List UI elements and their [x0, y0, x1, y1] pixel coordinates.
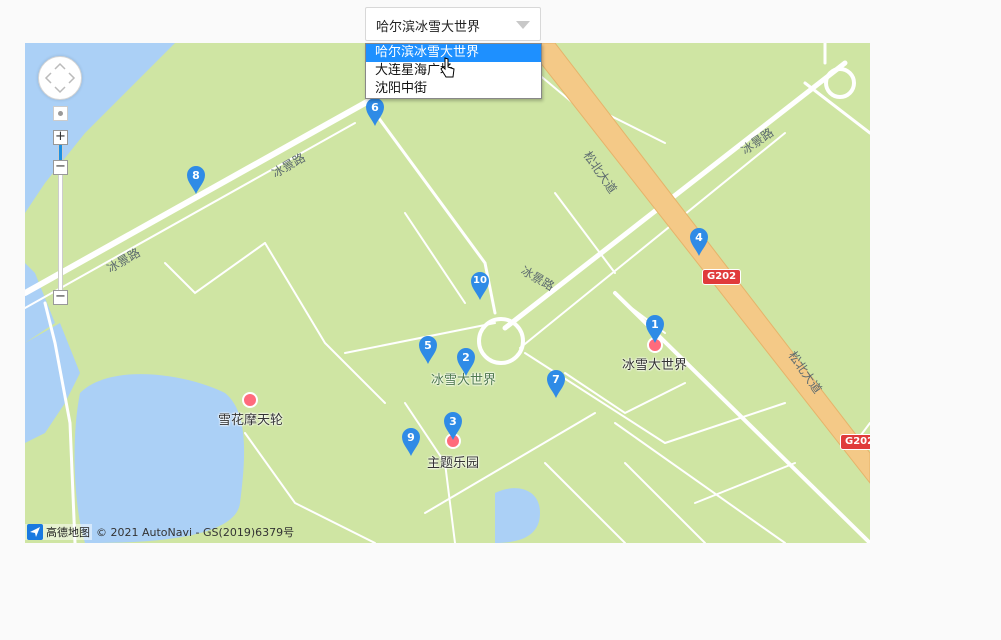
- marker-number: 4: [695, 231, 703, 244]
- marker-number: 3: [449, 415, 457, 428]
- chevron-down-icon: [516, 21, 530, 29]
- map-canvas[interactable]: 冰景路 冰景路 冰景路 冰景路 松北大道 松北大道 G202 G202 冰雪大世…: [25, 43, 870, 543]
- map-copyright: 高德地图 © 2021 AutoNavi - GS(2019)6379号: [25, 521, 294, 543]
- marker-number: 5: [424, 339, 432, 352]
- pan-control[interactable]: [38, 56, 82, 100]
- map-marker[interactable]: 2: [455, 347, 477, 377]
- marker-number: 8: [192, 169, 200, 182]
- map-marker[interactable]: 9: [400, 427, 422, 457]
- map-marker[interactable]: 4: [688, 227, 710, 257]
- map-marker[interactable]: 10: [469, 271, 491, 301]
- map-marker[interactable]: 7: [545, 369, 567, 399]
- poi-label[interactable]: 主题乐园: [427, 452, 479, 471]
- zoom-out-button[interactable]: −: [53, 290, 68, 305]
- marker-number: 7: [552, 373, 560, 386]
- map-marker[interactable]: 3: [442, 411, 464, 441]
- marker-number: 2: [462, 351, 470, 364]
- map-marker[interactable]: 1: [644, 314, 666, 344]
- map-marker[interactable]: 5: [417, 335, 439, 365]
- hand-cursor-icon: [440, 57, 455, 78]
- map-marker[interactable]: 6: [364, 97, 386, 127]
- amap-logo-text: 高德地图: [46, 526, 90, 539]
- copyright-text: © 2021 AutoNavi - GS(2019)6379号: [96, 526, 295, 539]
- pan-arrows-icon: [44, 62, 76, 94]
- marker-number: 1: [651, 318, 659, 331]
- marker-number: 6: [371, 101, 379, 114]
- ferris-wheel-icon[interactable]: [242, 392, 258, 408]
- marker-number: 9: [407, 431, 415, 444]
- road-label: 冰景路: [104, 245, 143, 276]
- road-label: 冰景路: [519, 263, 558, 294]
- highway-shield: G202: [840, 434, 870, 450]
- city-select[interactable]: 哈尔滨冰雪大世界: [365, 7, 541, 41]
- amap-logo-icon: [27, 524, 43, 540]
- locate-button[interactable]: [53, 106, 68, 121]
- poi-label[interactable]: 冰雪大世界: [622, 354, 687, 373]
- city-option[interactable]: 沈阳中街: [366, 80, 541, 98]
- poi-label[interactable]: 雪花摩天轮: [218, 409, 283, 428]
- zoom-handle[interactable]: −: [53, 160, 68, 175]
- amap-logo[interactable]: 高德地图: [25, 524, 92, 540]
- zoom-in-button[interactable]: +: [53, 130, 68, 145]
- city-select-value: 哈尔滨冰雪大世界: [376, 20, 481, 35]
- highway-shield: G202: [702, 269, 742, 285]
- map-marker[interactable]: 8: [185, 165, 207, 195]
- marker-number: 10: [473, 275, 487, 286]
